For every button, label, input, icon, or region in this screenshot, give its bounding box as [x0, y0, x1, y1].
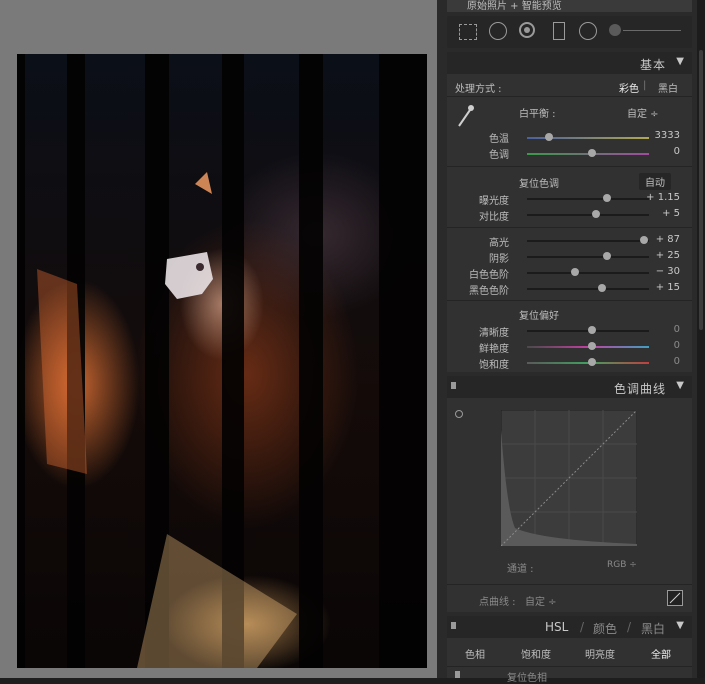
blacks-label: 黑色色阶 — [469, 286, 509, 297]
scrollbar-thumb[interactable] — [699, 50, 703, 330]
tone-curve-header[interactable]: 色调曲线 ▼ — [447, 376, 692, 398]
clarity-slider[interactable] — [527, 326, 649, 334]
eyedropper-icon[interactable] — [455, 102, 475, 130]
hsl-panel: 色相 饱和度 明亮度 全部 复位色相 — [447, 638, 692, 684]
red-eye-icon[interactable] — [519, 22, 535, 38]
wb-select[interactable]: 自定 ÷ — [627, 105, 659, 120]
tone-curve-title: 色调曲线 — [613, 382, 666, 396]
panel-switch-icon[interactable] — [451, 382, 456, 389]
exposure-value[interactable]: + 1.15 — [640, 192, 680, 203]
channel-select[interactable]: RGB ÷ — [607, 560, 637, 570]
vibrance-label: 鲜艳度 — [479, 344, 509, 355]
hsl-divider: / — [627, 620, 632, 634]
right-panel: 原始照片 + 智能预览 基本 ▼ 处理方式 : 彩色 | 黑白 白平衡: 自定… — [437, 0, 705, 684]
divider — [447, 666, 692, 667]
tint-slider[interactable] — [527, 149, 649, 157]
divider — [447, 166, 692, 167]
panel-switch-icon[interactable] — [455, 671, 460, 678]
photo-preview-area — [0, 0, 437, 678]
whites-slider[interactable] — [527, 268, 649, 276]
clarity-value[interactable]: 0 — [640, 324, 680, 335]
filmstrip-title: 原始照片 + 智能预览 — [467, 1, 562, 12]
color-tab[interactable]: 颜色 — [593, 620, 617, 637]
point-curve-select[interactable]: 自定 ÷ — [525, 593, 557, 608]
clarity-label: 清晰度 — [479, 328, 509, 339]
temp-value[interactable]: 3333 — [640, 130, 680, 141]
saturation-slider[interactable] — [527, 358, 649, 366]
brush-size-line — [623, 30, 681, 31]
graduated-filter-icon[interactable] — [553, 22, 565, 40]
hsl-tab-saturation[interactable]: 饱和度 — [521, 646, 551, 661]
exposure-slider[interactable] — [527, 194, 649, 202]
hsl-tab-luminance[interactable]: 明亮度 — [585, 646, 615, 661]
shadows-slider[interactable] — [527, 252, 649, 260]
temp-label: 色温 — [489, 134, 509, 145]
tone-curve-panel: 通道 : RGB ÷ 点曲线 : 自定 ÷ — [447, 398, 692, 612]
wb-label: 白平衡 : — [519, 109, 556, 120]
bw-tab[interactable]: 黑白 — [641, 620, 665, 637]
sidebar-scrollbar[interactable] — [697, 0, 705, 678]
spot-removal-icon[interactable] — [489, 22, 507, 40]
treatment-divider: | — [643, 80, 647, 91]
panel-switch-icon[interactable] — [451, 622, 456, 629]
treatment-label: 处理方式 : — [455, 84, 502, 95]
filmstrip-header: 原始照片 + 智能预览 — [447, 0, 692, 12]
saturation-label: 饱和度 — [479, 360, 509, 371]
tool-strip — [447, 16, 692, 48]
blacks-value[interactable]: + 15 — [640, 282, 680, 293]
brush-icon[interactable] — [609, 24, 621, 36]
curve-edit-icon[interactable] — [667, 590, 683, 606]
divider — [447, 584, 692, 585]
contrast-label: 对比度 — [479, 212, 509, 223]
vibrance-value[interactable]: 0 — [640, 340, 680, 351]
auto-button[interactable]: 自动 — [639, 173, 671, 190]
collapse-triangle-icon[interactable]: ▼ — [676, 380, 684, 391]
temp-slider[interactable] — [527, 133, 649, 141]
lightroom-develop: 原始照片 + 智能预览 基本 ▼ 处理方式 : 彩色 | 黑白 白平衡: 自定… — [0, 0, 705, 684]
tone-reset-label[interactable]: 复位色调 — [519, 175, 559, 190]
treatment-color-button[interactable]: 彩色 — [619, 80, 639, 95]
radial-filter-icon[interactable] — [579, 22, 597, 40]
basic-panel-header[interactable]: 基本 ▼ — [447, 52, 692, 74]
target-adjust-icon[interactable] — [455, 410, 463, 418]
shadows-label: 阴影 — [489, 254, 509, 265]
saturation-value[interactable]: 0 — [640, 356, 680, 367]
channel-label: 通道 : — [507, 564, 534, 575]
blacks-slider[interactable] — [527, 284, 649, 292]
contrast-value[interactable]: + 5 — [640, 208, 680, 219]
photo-image[interactable] — [17, 54, 427, 668]
hsl-tab-all[interactable]: 全部 — [651, 646, 671, 661]
divider — [447, 227, 692, 228]
shadows-value[interactable]: + 25 — [640, 250, 680, 261]
highlights-slider[interactable] — [527, 236, 649, 244]
tint-value[interactable]: 0 — [640, 146, 680, 157]
hsl-tab[interactable]: HSL — [545, 620, 568, 634]
basic-title: 基本 — [639, 58, 666, 72]
divider — [447, 300, 692, 301]
tone-curve-graph[interactable] — [501, 410, 637, 546]
whites-label: 白色色阶 — [469, 270, 509, 281]
hsl-divider: / — [580, 620, 585, 634]
collapse-triangle-icon[interactable]: ▼ — [676, 56, 684, 67]
exposure-label: 曝光度 — [479, 196, 509, 207]
basic-panel: 处理方式 : 彩色 | 黑白 白平衡 : 自定 ÷ 色温 3333 色调 0 复… — [447, 74, 692, 372]
treatment-bw-button[interactable]: 黑白 — [658, 80, 678, 95]
vibrance-slider[interactable] — [527, 342, 649, 350]
tint-label: 色调 — [489, 150, 509, 161]
divider — [447, 96, 692, 97]
mask-figure — [37, 172, 297, 668]
grid-crop-icon[interactable] — [459, 24, 477, 40]
highlights-label: 高光 — [489, 238, 509, 249]
presence-reset-label[interactable]: 复位偏好 — [519, 307, 559, 322]
contrast-slider[interactable] — [527, 210, 649, 218]
hsl-tab-hue[interactable]: 色相 — [465, 646, 485, 661]
hue-reset-label[interactable]: 复位色相 — [507, 669, 547, 684]
whites-value[interactable]: − 30 — [640, 266, 680, 277]
point-curve-label: 点曲线 : — [479, 597, 516, 608]
collapse-triangle-icon[interactable]: ▼ — [676, 620, 684, 631]
highlights-value[interactable]: + 87 — [640, 234, 680, 245]
hsl-header[interactable]: HSL / 颜色 / 黑白 ▼ — [447, 616, 692, 638]
